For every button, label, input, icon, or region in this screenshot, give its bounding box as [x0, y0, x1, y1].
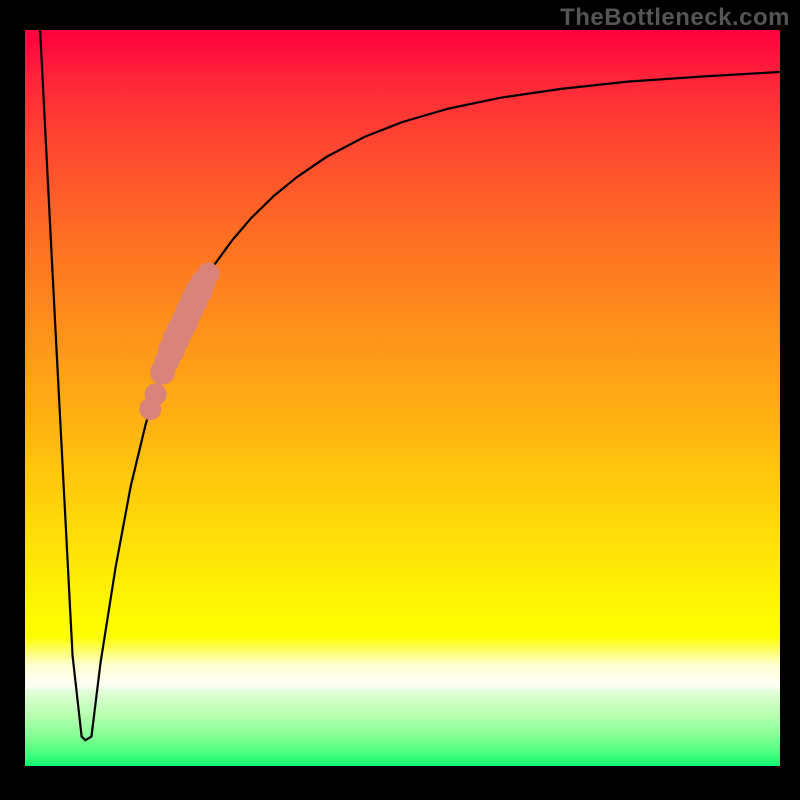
highlight-dot [197, 263, 219, 285]
chart-container: TheBottleneck.com [0, 0, 800, 800]
bottom-border [0, 766, 800, 800]
curve-overlay [25, 30, 780, 766]
highlight-points [139, 263, 219, 421]
watermark-text: TheBottleneck.com [560, 4, 790, 32]
plot-area [25, 30, 780, 766]
highlight-dot [145, 383, 167, 405]
